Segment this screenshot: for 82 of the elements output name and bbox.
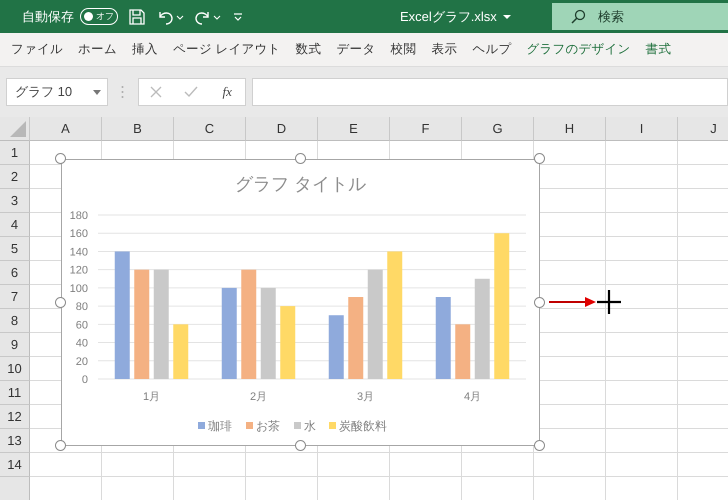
row-header[interactable]: 3 [0, 189, 30, 213]
row-header[interactable]: 9 [0, 333, 30, 357]
column-header[interactable]: C [174, 117, 246, 141]
resize-handle[interactable] [294, 153, 306, 164]
y-axis-label: 40 [76, 338, 88, 350]
resize-handle[interactable] [55, 440, 66, 451]
save-icon[interactable] [128, 8, 146, 26]
column-header[interactable]: B [102, 117, 174, 141]
x-axis-label: 2月 [250, 391, 268, 403]
arrow-icon [549, 296, 597, 308]
column-header[interactable]: A [30, 117, 102, 141]
autosave-label: 自動保存 [22, 8, 74, 26]
y-axis-label: 160 [70, 228, 88, 240]
ribbon-tab[interactable]: 数式 [288, 41, 328, 58]
y-axis-label: 120 [70, 264, 88, 277]
column-header[interactable]: I [606, 117, 678, 141]
y-axis-label: 180 [70, 210, 88, 222]
row-header[interactable]: 5 [0, 237, 30, 261]
y-axis-label: 60 [76, 319, 88, 332]
row-header[interactable]: 14 [0, 453, 30, 477]
triangle-icon [10, 121, 26, 137]
column-header[interactable]: E [318, 117, 390, 141]
autosave-toggle[interactable]: オフ [80, 8, 118, 25]
grip-icon [121, 85, 124, 99]
column-header[interactable]: J [678, 117, 728, 141]
legend-label: お茶 [256, 419, 280, 433]
ribbon-tab[interactable]: 挿入 [125, 41, 165, 58]
column-header[interactable]: F [390, 117, 462, 141]
caret-icon[interactable] [502, 14, 511, 20]
y-axis-label: 80 [76, 301, 88, 314]
ribbon-tab[interactable]: ホーム [71, 41, 124, 58]
search-field[interactable]: 検索 [552, 3, 728, 30]
row-header[interactable]: 6 [0, 261, 30, 285]
ribbon-tab[interactable]: ヘルプ [465, 41, 518, 58]
insert-function-button[interactable]: fx [220, 84, 234, 100]
x-axis-label: 4月 [464, 391, 482, 403]
y-axis-label: 0 [82, 374, 88, 386]
row-header[interactable]: 13 [0, 429, 30, 453]
cancel-icon[interactable] [150, 86, 162, 98]
x-axis-label: 1月 [142, 391, 160, 403]
ribbon-tab[interactable]: グラフのデザイン [519, 41, 638, 58]
column-header[interactable]: G [462, 117, 534, 141]
resize-handle[interactable] [55, 296, 66, 308]
legend-label: 珈琲 [208, 419, 232, 433]
resize-handle[interactable] [534, 440, 545, 451]
ribbon-tab[interactable]: ファイル [4, 41, 70, 58]
row-header[interactable]: 8 [0, 309, 30, 333]
formula-input[interactable] [252, 78, 728, 106]
resize-handle[interactable] [534, 153, 545, 164]
bar [455, 324, 470, 379]
bar [173, 324, 188, 379]
ribbon-tab[interactable]: 表示 [424, 41, 464, 58]
caret-icon [93, 90, 101, 94]
y-axis-label: 20 [76, 356, 88, 368]
ribbon-tab[interactable]: データ [329, 41, 382, 58]
ribbon-tab[interactable]: 校閲 [383, 41, 424, 58]
search-icon [570, 9, 586, 25]
row-header[interactable]: 1 [0, 141, 30, 165]
name-box[interactable]: グラフ 10 [6, 78, 108, 106]
row-header[interactable]: 10 [0, 357, 30, 381]
legend-label: 水 [304, 419, 316, 433]
customize-caret-icon[interactable] [232, 10, 244, 22]
check-icon[interactable] [184, 86, 198, 98]
chart-area[interactable]: グラフ タイトル 0 20 40 60 80 100 120 140 160 180 1月 2月 3月 4月 珈琲 お茶 水 炭酸飲料 [61, 159, 540, 446]
crosshair-cursor-icon [597, 290, 621, 314]
resize-handle[interactable] [55, 153, 66, 164]
y-axis-label: 140 [70, 246, 88, 258]
row-header[interactable]: 7 [0, 285, 30, 309]
column-header[interactable]: H [534, 117, 606, 141]
ribbon-tab[interactable]: ページ レイアウト [166, 41, 288, 58]
row-header[interactable]: 12 [0, 405, 30, 429]
chart-title: グラフ タイトル [235, 174, 366, 194]
x-axis-label: 3月 [356, 391, 374, 403]
row-header[interactable]: 4 [0, 213, 30, 237]
legend-label: 炭酸飲料 [339, 419, 387, 433]
row-header[interactable]: 2 [0, 165, 30, 189]
bar [328, 315, 344, 379]
column-header[interactable]: D [246, 117, 318, 141]
ribbon-tab[interactable]: 書式 [638, 41, 678, 58]
y-axis-label: 100 [70, 282, 88, 295]
file-name[interactable]: Excelグラフ.xlsx [400, 8, 497, 26]
row-header[interactable]: 11 [0, 381, 30, 405]
